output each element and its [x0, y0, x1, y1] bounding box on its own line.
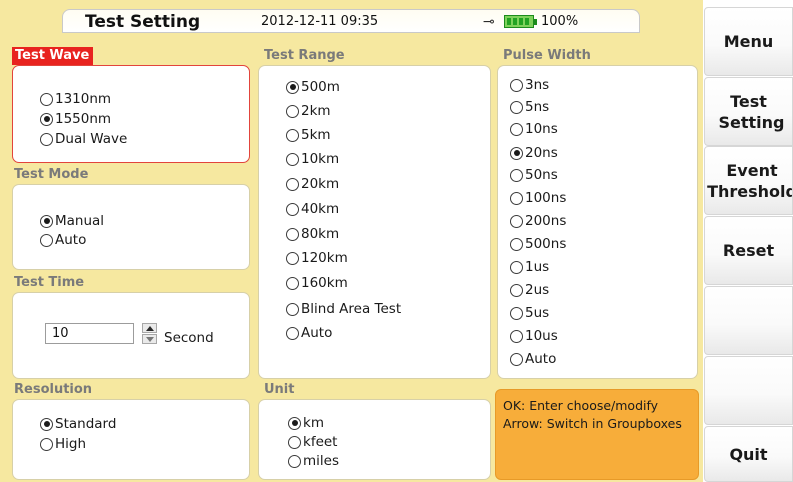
radio-icon	[510, 168, 523, 182]
page-title: Test Setting	[85, 12, 201, 32]
radio-range-blind-area-test[interactable]: Blind Area Test	[286, 300, 401, 318]
radio-selected-icon	[40, 112, 53, 126]
radio-pulse-auto[interactable]: Auto	[510, 350, 556, 368]
radio-test-mode-manual[interactable]: Manual	[40, 212, 104, 230]
radio-pulse-1us[interactable]: 1us	[510, 258, 549, 276]
test-time-unit: Second	[164, 330, 214, 346]
radio-selected-icon	[40, 214, 53, 228]
radio-icon	[510, 191, 523, 205]
radio-icon	[286, 302, 299, 316]
radio-unit-miles[interactable]: miles	[288, 452, 339, 470]
radio-pulse-10ns[interactable]: 10ns	[510, 120, 558, 138]
radio-range-2km[interactable]: 2km	[286, 102, 331, 120]
radio-icon	[510, 122, 523, 136]
help-line-ok: OK: Enter choose/modify	[503, 398, 659, 413]
radio-icon	[286, 326, 299, 340]
radio-icon	[510, 283, 523, 297]
radio-icon	[286, 152, 299, 166]
radio-icon	[288, 454, 301, 468]
radio-range-80km[interactable]: 80km	[286, 225, 339, 243]
radio-icon	[286, 202, 299, 216]
spin-down-icon[interactable]	[142, 334, 157, 344]
empty-button-1[interactable]	[704, 286, 793, 355]
resolution-title: Resolution	[14, 382, 93, 397]
radio-pulse-5us[interactable]: 5us	[510, 304, 549, 322]
radio-icon	[40, 233, 53, 247]
empty-button-2[interactable]	[704, 356, 793, 425]
radio-icon	[286, 128, 299, 142]
radio-icon	[510, 260, 523, 274]
radio-icon	[286, 177, 299, 191]
test-time-input[interactable]: 10	[45, 323, 134, 344]
radio-selected-icon	[286, 80, 299, 94]
test-wave-title: Test Wave	[12, 47, 94, 65]
radio-selected-icon	[288, 416, 301, 430]
radio-icon	[510, 306, 523, 320]
radio-resolution-standard[interactable]: Standard	[40, 415, 116, 433]
battery-percent: 100%	[541, 14, 579, 29]
radio-icon	[288, 435, 301, 449]
battery-icon	[504, 15, 537, 28]
spin-up-icon[interactable]	[142, 323, 157, 333]
radio-resolution-high[interactable]: High	[40, 435, 86, 453]
test-setting-button[interactable]: Test Setting	[704, 77, 793, 146]
radio-icon	[286, 251, 299, 265]
radio-icon	[510, 78, 523, 92]
radio-selected-icon	[510, 146, 523, 160]
radio-test-wave-1310[interactable]: 1310nm	[40, 90, 111, 108]
radio-icon	[510, 237, 523, 251]
radio-pulse-100ns[interactable]: 100ns	[510, 189, 566, 207]
radio-icon	[40, 132, 53, 146]
radio-pulse-200ns[interactable]: 200ns	[510, 212, 566, 230]
title-bar: Test Setting 2012-12-11 09:35 ⊸ 100%	[62, 9, 640, 33]
radio-pulse-5ns[interactable]: 5ns	[510, 98, 549, 116]
radio-range-500m[interactable]: 500m	[286, 78, 340, 96]
test-range-title: Test Range	[264, 48, 345, 63]
pulse-width-title: Pulse Width	[503, 48, 591, 63]
unit-title: Unit	[264, 382, 295, 397]
radio-pulse-50ns[interactable]: 50ns	[510, 166, 558, 184]
radio-icon	[510, 100, 523, 114]
radio-range-auto[interactable]: Auto	[286, 324, 332, 342]
help-box: OK: Enter choose/modify Arrow: Switch in…	[495, 389, 699, 480]
radio-range-10km[interactable]: 10km	[286, 150, 339, 168]
help-line-arrow: Arrow: Switch in Groupboxes	[503, 416, 682, 431]
radio-pulse-2us[interactable]: 2us	[510, 281, 549, 299]
radio-icon	[510, 214, 523, 228]
radio-test-mode-auto[interactable]: Auto	[40, 231, 86, 249]
radio-selected-icon	[40, 417, 53, 431]
radio-range-120km[interactable]: 120km	[286, 249, 348, 267]
radio-pulse-20ns[interactable]: 20ns	[510, 144, 558, 162]
radio-icon	[510, 329, 523, 343]
radio-pulse-3ns[interactable]: 3ns	[510, 76, 549, 94]
radio-icon	[286, 104, 299, 118]
radio-icon	[286, 227, 299, 241]
quit-button[interactable]: Quit	[704, 426, 793, 482]
test-time-title: Test Time	[14, 275, 85, 290]
radio-range-40km[interactable]: 40km	[286, 200, 339, 218]
menu-button[interactable]: Menu	[704, 7, 793, 76]
radio-range-5km[interactable]: 5km	[286, 126, 331, 144]
radio-test-wave-dual[interactable]: Dual Wave	[40, 130, 127, 148]
power-plug-icon: ⊸	[483, 14, 495, 30]
radio-unit-km[interactable]: km	[288, 414, 324, 432]
radio-range-20km[interactable]: 20km	[286, 175, 339, 193]
radio-pulse-500ns[interactable]: 500ns	[510, 235, 566, 253]
event-threshold-button[interactable]: Event Threshold	[704, 146, 793, 215]
datetime: 2012-12-11 09:35	[261, 14, 379, 29]
radio-unit-kfeet[interactable]: kfeet	[288, 433, 337, 451]
test-time-spinner[interactable]	[142, 323, 157, 344]
radio-icon	[40, 92, 53, 106]
radio-test-wave-1550[interactable]: 1550nm	[40, 110, 111, 128]
reset-button[interactable]: Reset	[704, 216, 793, 285]
test-mode-title: Test Mode	[14, 167, 89, 182]
radio-icon	[510, 352, 523, 366]
radio-icon	[40, 437, 53, 451]
radio-icon	[286, 276, 299, 290]
radio-pulse-10us[interactable]: 10us	[510, 327, 558, 345]
radio-range-160km[interactable]: 160km	[286, 274, 348, 292]
